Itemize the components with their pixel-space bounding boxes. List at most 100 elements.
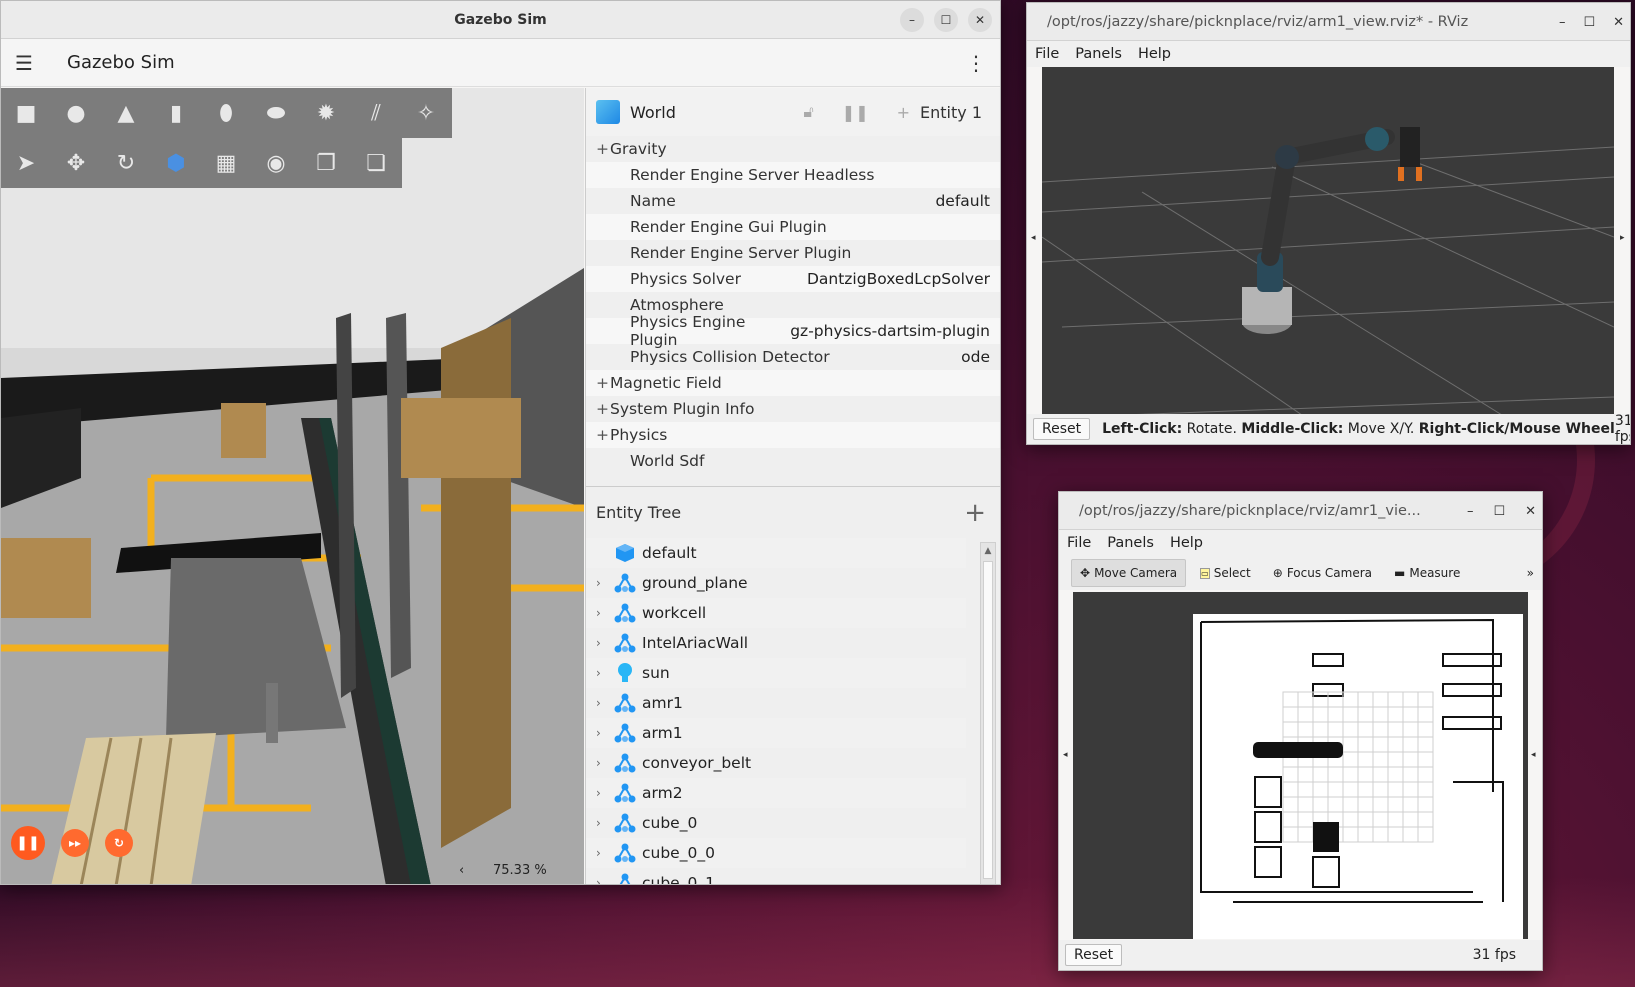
paste-icon[interactable]: ❏ [351, 138, 401, 188]
expand-plus-icon[interactable]: + [596, 374, 610, 392]
tree-item-intelariacwall[interactable]: › IntelAriacWall [586, 628, 966, 658]
expand-right-panel-icon[interactable]: ◂ [1531, 750, 1536, 760]
scroll-up-icon[interactable]: ▲ [981, 543, 995, 559]
expand-plus-icon[interactable]: + [596, 426, 610, 444]
menu-panels[interactable]: Panels [1075, 46, 1122, 62]
chevron-left-icon[interactable]: ‹ [459, 863, 464, 878]
rviz1-titlebar[interactable]: /opt/ros/jazzy/share/picknplace/rviz/arm… [1027, 3, 1630, 41]
lock-icon[interactable]: 🔓︎ [803, 102, 813, 122]
tool-select[interactable]: ▭ Select [1192, 560, 1259, 586]
gazebo-titlebar[interactable]: Gazebo Sim – ☐ ✕ [1, 1, 1000, 39]
maximize-icon[interactable]: ☐ [1493, 504, 1505, 519]
tool-move-camera[interactable]: ✥ Move Camera [1071, 559, 1187, 587]
tree-scrollbar[interactable]: ▲ ▼ [980, 542, 996, 884]
capsule-icon[interactable]: ⬮ [201, 88, 251, 138]
component-row[interactable]: Physics Collision Detector ode [586, 344, 1000, 370]
component-row[interactable]: Physics Engine Plugin gz-physics-dartsim-… [586, 313, 1000, 349]
component-row[interactable]: + Physics [586, 422, 1000, 448]
tree-item-sun[interactable]: › sun [586, 658, 966, 688]
chevron-right-icon[interactable]: › [596, 606, 610, 620]
chevron-right-icon[interactable]: › [596, 816, 610, 830]
translate-icon[interactable]: ✥ [51, 138, 101, 188]
sphere-icon[interactable]: ● [51, 88, 101, 138]
chevron-right-icon[interactable]: › [596, 666, 610, 680]
expand-left-panel-icon[interactable]: ◂ [1063, 750, 1068, 760]
tree-item-arm2[interactable]: › arm2 [586, 778, 966, 808]
tree-item-ground-plane[interactable]: › ground_plane [586, 568, 966, 598]
sun-icon[interactable]: ✹ [301, 88, 351, 138]
maximize-icon[interactable]: ☐ [934, 8, 958, 32]
cone-icon[interactable]: ▲ [101, 88, 151, 138]
tree-item-workcell[interactable]: › workcell [586, 598, 966, 628]
chevron-right-icon[interactable]: › [596, 726, 610, 740]
chevron-right-icon[interactable]: › [596, 846, 610, 860]
reset-button[interactable]: Reset [1065, 944, 1123, 966]
expand-plus-icon[interactable]: + [596, 400, 610, 418]
component-row[interactable]: + Gravity [586, 136, 1000, 162]
component-row[interactable]: Render Engine Gui Plugin [586, 214, 1000, 240]
more-tools-icon[interactable]: » [1527, 566, 1534, 580]
maximize-icon[interactable]: ☐ [1583, 15, 1595, 30]
tree-item-default[interactable]: default [586, 538, 966, 568]
tree-item-cube-0[interactable]: › cube_0 [586, 808, 966, 838]
component-row[interactable]: + Magnetic Field [586, 370, 1000, 396]
pause-icon[interactable]: ❚❚ [11, 826, 45, 860]
copy-icon[interactable]: ❐ [301, 138, 351, 188]
component-row[interactable]: + System Plugin Info [586, 396, 1000, 422]
reset-simulation-icon[interactable]: ↻ [105, 829, 133, 857]
close-icon[interactable]: ✕ [1613, 15, 1624, 30]
tree-item-amr1[interactable]: › amr1 [586, 688, 966, 718]
minimize-icon[interactable]: – [1467, 504, 1474, 519]
select-arrow-icon[interactable]: ➤ [1, 138, 51, 188]
scrollbar-thumb[interactable] [983, 561, 993, 879]
tool-measure[interactable]: ▬ Measure [1386, 560, 1468, 586]
chevron-right-icon[interactable]: › [596, 576, 610, 590]
grid-icon[interactable]: ▦ [201, 138, 251, 188]
component-row[interactable]: World Sdf [586, 448, 1000, 474]
chevron-right-icon[interactable]: › [596, 636, 610, 650]
expand-left-panel-icon[interactable]: ◂ [1031, 233, 1036, 243]
tool-focus-camera[interactable]: ⊕ Focus Camera [1265, 560, 1380, 586]
tree-item-arm1[interactable]: › arm1 [586, 718, 966, 748]
chevron-right-icon[interactable]: › [596, 786, 610, 800]
chevron-right-icon[interactable]: › [596, 696, 610, 710]
menu-help[interactable]: Help [1138, 46, 1171, 62]
menu-file[interactable]: File [1067, 535, 1091, 551]
reset-button[interactable]: Reset [1033, 418, 1091, 440]
rotate-icon[interactable]: ↻ [101, 138, 151, 188]
cylinder-icon[interactable]: ▮ [151, 88, 201, 138]
directional-light-icon[interactable]: ⫽ [351, 88, 401, 138]
more-options-icon[interactable]: ⋮ [966, 51, 986, 75]
chevron-right-icon[interactable]: › [596, 756, 610, 770]
ellipsoid-icon[interactable]: ⬬ [251, 88, 301, 138]
component-row[interactable]: Name default [586, 188, 1000, 214]
menu-panels[interactable]: Panels [1107, 535, 1154, 551]
component-row[interactable]: Render Engine Server Plugin [586, 240, 1000, 266]
3d-view-viewport[interactable]: ◂ [1042, 67, 1614, 415]
menu-help[interactable]: Help [1170, 535, 1203, 551]
camera-icon[interactable]: ◉ [251, 138, 301, 188]
expand-plus-icon[interactable]: + [596, 140, 610, 158]
minimize-icon[interactable]: – [900, 8, 924, 32]
tree-item-conveyor-belt[interactable]: › conveyor_belt [586, 748, 966, 778]
transform-icon[interactable]: ⬢ [151, 138, 201, 188]
close-icon[interactable]: ✕ [1525, 504, 1536, 519]
menu-file[interactable]: File [1035, 46, 1059, 62]
scroll-down-icon[interactable]: ▼ [981, 881, 995, 884]
3d-scene-viewport[interactable]: ■ ● ▲ ▮ ⬮ ⬬ ✹ ⫽ ✧ ➤ ✥ ↻ ⬢ ▦ ◉ ❐ ❏ ❚❚ ▸▸ … [1, 88, 584, 884]
tree-item-cube-0-1[interactable]: › cube_0_1 [586, 868, 966, 884]
step-forward-icon[interactable]: ▸▸ [61, 829, 89, 857]
box-icon[interactable]: ■ [1, 88, 51, 138]
chevron-right-icon[interactable]: › [596, 876, 610, 884]
rviz2-titlebar[interactable]: /opt/ros/jazzy/share/picknplace/rviz/amr… [1059, 492, 1542, 530]
hamburger-menu-icon[interactable]: ☰ [15, 51, 35, 75]
add-component-icon[interactable]: + [897, 103, 910, 122]
expand-right-panel-icon[interactable]: ▸ [1620, 233, 1625, 243]
minimize-icon[interactable]: – [1559, 15, 1566, 30]
add-entity-icon[interactable]: + [964, 498, 986, 528]
component-row[interactable]: Render Engine Server Headless [586, 162, 1000, 188]
map-viewport[interactable] [1073, 592, 1528, 939]
component-row[interactable]: Physics Solver DantzigBoxedLcpSolver [586, 266, 1000, 292]
close-icon[interactable]: ✕ [968, 8, 992, 32]
pause-updates-icon[interactable]: ❚❚ [842, 103, 869, 122]
